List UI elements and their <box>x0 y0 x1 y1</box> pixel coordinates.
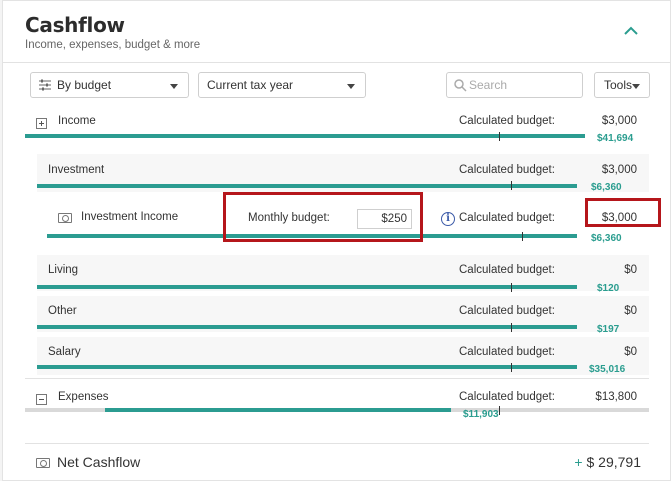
caret-down-icon <box>170 84 178 89</box>
budget-marker <box>522 232 523 241</box>
budget-marker <box>499 132 500 141</box>
expenses-calculated-budget-value: $13,800 <box>595 391 637 403</box>
budget-marker <box>511 323 512 332</box>
investment-label[interactable]: Investment <box>48 164 104 176</box>
living-actual-value: $120 <box>597 283 620 294</box>
living-progress-bar <box>37 285 577 289</box>
expenses-label: Expenses <box>58 391 109 403</box>
search-input[interactable]: Search <box>446 72 583 98</box>
income-label: Income <box>58 115 96 127</box>
other-label[interactable]: Other <box>48 305 77 317</box>
investment-progress-bar <box>37 184 577 188</box>
investment-calculated-budget-value: $3,000 <box>601 164 637 176</box>
living-calculated-budget-label: Calculated budget: <box>459 264 555 276</box>
plus-box-icon[interactable] <box>36 118 47 129</box>
card-header: Cashflow Income, expenses, budget & more <box>3 1 671 63</box>
budget-marker <box>511 181 512 190</box>
expenses-progress-bar <box>105 408 451 412</box>
period-select[interactable]: Current tax year <box>198 72 366 98</box>
chevron-up-icon[interactable] <box>621 21 641 41</box>
net-amount: $ 29,791 <box>586 454 642 470</box>
investment-income-label[interactable]: Investment Income <box>81 211 178 223</box>
tools-label: Tools <box>604 78 633 92</box>
other-actual-value: $197 <box>597 324 620 335</box>
cashflow-card: Cashflow Income, expenses, budget & more… <box>2 0 671 481</box>
page-title: Cashflow <box>25 13 125 37</box>
income-progress-bar <box>25 134 585 138</box>
other-calculated-budget-value: $0 <box>624 305 637 317</box>
other-calculated-budget-label: Calculated budget: <box>459 305 555 317</box>
budget-marker <box>511 283 512 292</box>
net-cashflow-label: Net Cashflow <box>57 454 141 470</box>
highlight-box <box>223 192 423 242</box>
investment-actual-value: $6,360 <box>591 182 622 193</box>
period-value: Current tax year <box>207 78 294 92</box>
tools-button[interactable]: Tools <box>594 72 650 98</box>
salary-calculated-budget-value: $0 <box>624 346 637 358</box>
budget-marker <box>511 363 512 372</box>
other-progress-bar <box>37 325 577 329</box>
living-label[interactable]: Living <box>48 264 78 276</box>
investment-income-actual-value: $6,360 <box>591 233 622 244</box>
info-icon[interactable]: i <box>441 212 455 226</box>
investment-calculated-budget-label: Calculated budget: <box>459 164 555 176</box>
minus-box-icon[interactable] <box>36 394 47 405</box>
group-by-select[interactable]: By budget <box>30 72 189 98</box>
page-subtitle: Income, expenses, budget & more <box>25 39 201 51</box>
group-by-value: By budget <box>57 78 112 92</box>
investment-income-calculated-budget-label: Calculated budget: <box>459 212 555 224</box>
living-calculated-budget-value: $0 <box>624 264 637 276</box>
divider <box>25 378 649 379</box>
salary-calculated-budget-label: Calculated budget: <box>459 346 555 358</box>
highlight-box <box>585 198 661 227</box>
expenses-calculated-budget-label: Calculated budget: <box>459 391 555 403</box>
salary-actual-value: $35,016 <box>589 364 626 375</box>
search-placeholder: Search <box>469 78 508 92</box>
money-icon <box>36 458 50 468</box>
search-icon <box>454 79 467 92</box>
caret-down-icon <box>347 84 355 89</box>
money-icon <box>58 213 72 223</box>
income-calculated-budget-value: $3,000 <box>601 115 637 127</box>
income-actual-value: $41,694 <box>597 133 634 144</box>
sliders-icon <box>39 79 51 91</box>
expenses-actual-value: $11,903 <box>463 409 499 420</box>
salary-label[interactable]: Salary <box>48 346 81 358</box>
budget-marker <box>499 406 500 415</box>
net-sign: + <box>574 454 583 470</box>
net-cashflow-value: + $ 29,791 <box>533 454 641 470</box>
caret-down-icon <box>632 84 640 89</box>
divider <box>25 443 649 444</box>
salary-progress-bar <box>37 365 577 369</box>
income-calculated-budget-label: Calculated budget: <box>459 115 555 127</box>
